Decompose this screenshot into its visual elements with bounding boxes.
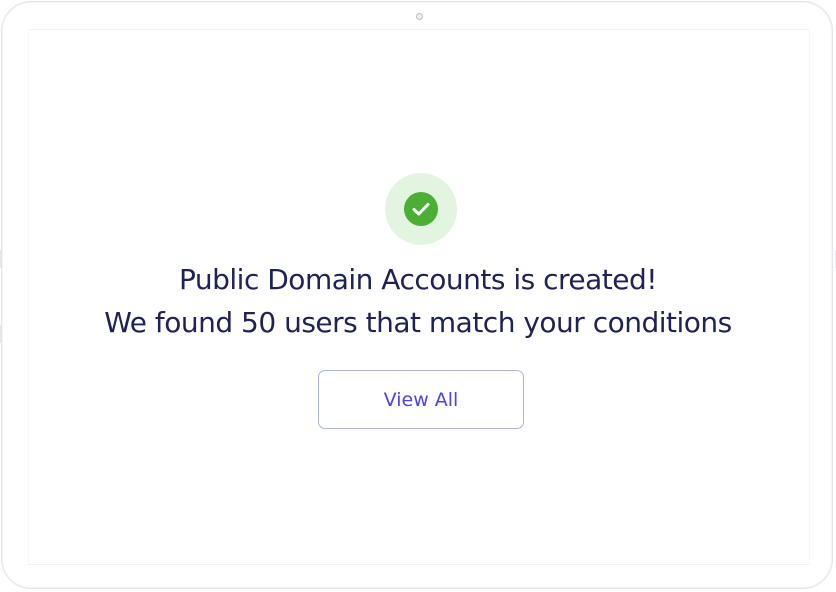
check-circle-icon	[404, 192, 438, 226]
success-subtitle: We found 50 users that match your condit…	[104, 306, 732, 339]
success-title: Public Domain Accounts is created!	[178, 263, 658, 296]
success-dialog: Public Domain Accounts is created! We fo…	[0, 0, 836, 592]
checkmark-icon	[412, 203, 430, 216]
success-badge	[385, 173, 457, 245]
view-all-button[interactable]: View All	[318, 370, 524, 429]
